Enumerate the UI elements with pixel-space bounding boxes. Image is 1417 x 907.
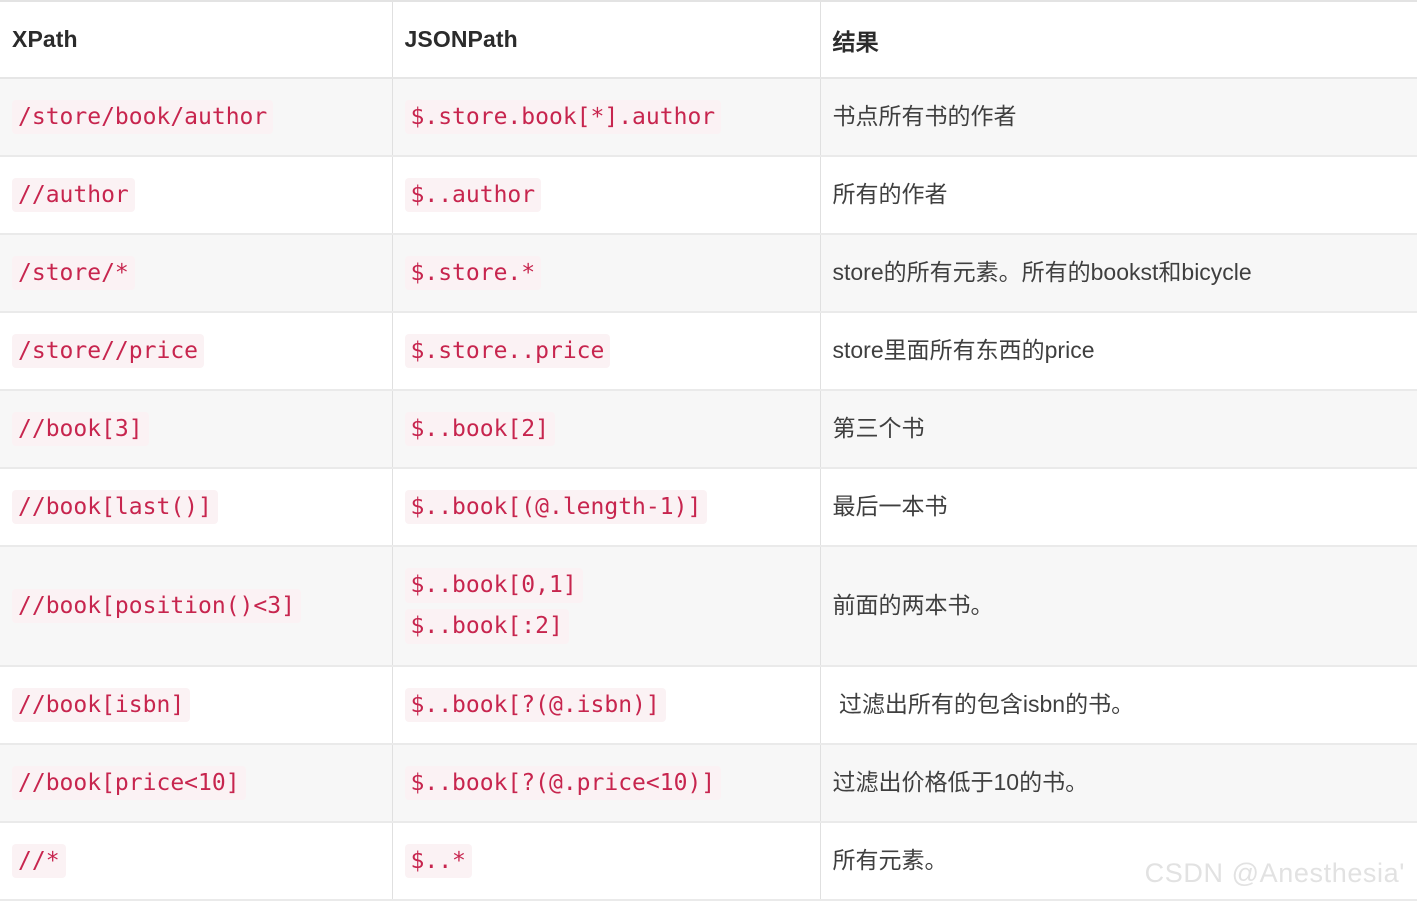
cell-xpath: //book[price<10]: [0, 744, 393, 823]
table-row: //book[price<10] $..book[?(@.price<10)] 过滤…: [0, 744, 1417, 823]
xpath-code: /store/book/author: [12, 99, 274, 135]
xpath-code: //book[last()]: [12, 489, 218, 525]
xpath-code: //author: [12, 177, 135, 213]
cell-result: 第三个书: [820, 390, 1417, 469]
result-text: store里面所有东西的price: [832, 337, 1095, 364]
jsonpath-code-group: $.store.book[*].author: [404, 99, 820, 135]
cell-xpath: //*: [0, 822, 393, 901]
cell-result: 前面的两本书。: [820, 546, 1417, 667]
cell-xpath: //book[position()<3]: [0, 546, 393, 667]
cell-xpath: //author: [0, 156, 393, 235]
jsonpath-code: $.store.*: [404, 255, 542, 291]
cell-jsonpath: $..book[0,1] $..book[:2]: [392, 546, 821, 667]
cell-xpath: //book[last()]: [0, 468, 393, 547]
jsonpath-code-group: $..book[0,1] $..book[:2]: [404, 568, 820, 644]
cell-jsonpath: $..book[?(@.price<10)]: [392, 744, 821, 823]
jsonpath-code-group: $..*: [404, 843, 820, 879]
table-header: XPath JSONPath 结果: [0, 2, 1417, 79]
result-text: 书点所有书的作者: [832, 103, 1017, 130]
result-text: 第三个书: [832, 415, 925, 442]
xpath-jsonpath-comparison-table-container: XPath JSONPath 结果 /store/book/author $.st…: [0, 0, 1417, 907]
jsonpath-code: $..book[2]: [404, 411, 555, 447]
cell-jsonpath: $..*: [392, 822, 821, 901]
table-row: /store//price $.store..price store里面所有东西的p…: [0, 312, 1417, 391]
xpath-code: /store//price: [12, 333, 205, 369]
column-header-jsonpath: JSONPath: [392, 2, 821, 79]
jsonpath-code: $..book[(@.length-1)]: [404, 489, 708, 525]
xpath-code: //book[price<10]: [12, 765, 246, 801]
cell-result: store里面所有东西的price: [820, 312, 1417, 391]
table-row: //author $..author 所有的作者: [0, 156, 1417, 235]
jsonpath-code-group: $..book[?(@.price<10)]: [404, 765, 820, 801]
cell-jsonpath: $..book[(@.length-1)]: [392, 468, 821, 547]
cell-jsonpath: $..book[?(@.isbn)]: [392, 666, 821, 745]
result-text: store的所有元素。所有的bookst和bicycle: [832, 259, 1252, 286]
xpath-code: //book[isbn]: [12, 687, 191, 723]
cell-jsonpath: $.store..price: [392, 312, 821, 391]
jsonpath-code: $..book[:2]: [404, 609, 569, 644]
jsonpath-code-group: $..book[?(@.isbn)]: [404, 687, 820, 723]
jsonpath-code-group: $.store.*: [404, 255, 820, 291]
xpath-code: /store/*: [12, 255, 135, 291]
cell-xpath: //book[3]: [0, 390, 393, 469]
cell-result: store的所有元素。所有的bookst和bicycle: [820, 234, 1417, 313]
cell-xpath: /store/*: [0, 234, 393, 313]
table-header-row: XPath JSONPath 结果: [0, 2, 1417, 79]
cell-xpath: //book[isbn]: [0, 666, 393, 745]
jsonpath-code: $..*: [404, 843, 472, 879]
jsonpath-code-group: $..book[2]: [404, 411, 820, 447]
jsonpath-code: $.store.book[*].author: [404, 99, 722, 135]
table-row: /store/book/author $.store.book[*].author…: [0, 78, 1417, 157]
cell-result: 所有的作者: [820, 156, 1417, 235]
table-row: /store/* $.store.* store的所有元素。所有的bookst和bi…: [0, 234, 1417, 313]
column-header-xpath: XPath: [0, 2, 393, 79]
xpath-code: //book[3]: [12, 411, 149, 447]
result-text: 最后一本书: [832, 493, 948, 520]
result-text: 所有元素。: [832, 847, 948, 874]
jsonpath-code: $..book[?(@.isbn)]: [404, 687, 666, 723]
table-row: //book[isbn] $..book[?(@.isbn)] 过滤出所有的包含i…: [0, 666, 1417, 745]
cell-result: 所有元素。: [820, 822, 1417, 901]
result-text: 前面的两本书。: [832, 592, 994, 619]
xpath-code: //*: [12, 843, 66, 879]
table-row: //book[position()<3] $..book[0,1] $..book[…: [0, 546, 1417, 667]
column-header-result: 结果: [820, 2, 1417, 79]
cell-result: 书点所有书的作者: [820, 78, 1417, 157]
jsonpath-code: $..author: [404, 177, 542, 213]
cell-jsonpath: $..book[2]: [392, 390, 821, 469]
table-row: //* $..* 所有元素。: [0, 822, 1417, 901]
cell-result: 最后一本书: [820, 468, 1417, 547]
cell-jsonpath: $.store.book[*].author: [392, 78, 821, 157]
result-text: 过滤出价格低于10的书。: [832, 769, 1089, 796]
cell-jsonpath: $..author: [392, 156, 821, 235]
cell-result: 过滤出价格低于10的书。: [820, 744, 1417, 823]
jsonpath-code: $..book[?(@.price<10)]: [404, 765, 722, 801]
table-row: //book[last()] $..book[(@.length-1)] 最后一本书: [0, 468, 1417, 547]
cell-xpath: /store//price: [0, 312, 393, 391]
jsonpath-code: $.store..price: [404, 333, 611, 369]
jsonpath-code: $..book[0,1]: [404, 568, 583, 603]
xpath-jsonpath-comparison-table: XPath JSONPath 结果 /store/book/author $.st…: [0, 2, 1417, 901]
table-body: /store/book/author $.store.book[*].author…: [0, 78, 1417, 901]
cell-xpath: /store/book/author: [0, 78, 393, 157]
jsonpath-code-group: $..book[(@.length-1)]: [404, 489, 820, 525]
cell-jsonpath: $.store.*: [392, 234, 821, 313]
jsonpath-code-group: $..author: [404, 177, 820, 213]
table-row: //book[3] $..book[2] 第三个书: [0, 390, 1417, 469]
jsonpath-code-group: $.store..price: [404, 333, 820, 369]
result-text: 过滤出所有的包含isbn的书。: [832, 691, 1135, 718]
result-text: 所有的作者: [832, 181, 948, 208]
xpath-code: //book[position()<3]: [12, 588, 301, 624]
cell-result: 过滤出所有的包含isbn的书。: [820, 666, 1417, 745]
